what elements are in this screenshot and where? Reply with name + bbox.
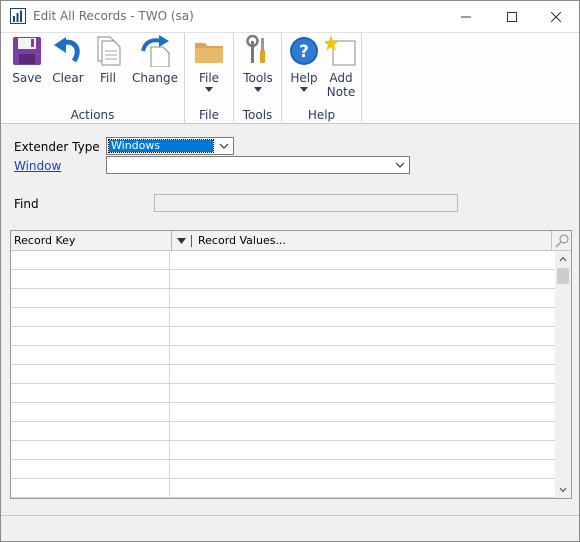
change-button[interactable]: Change	[130, 35, 180, 85]
fill-button[interactable]: Fill	[89, 35, 127, 85]
title-bar: Edit All Records - TWO (sa)	[1, 1, 579, 32]
tools-menu-button[interactable]: Tools	[239, 35, 277, 92]
group-label-tools: Tools	[242, 108, 273, 122]
clear-button[interactable]: Clear	[48, 35, 88, 85]
add-note-label-line2: Note	[326, 85, 356, 99]
column-header-record-key[interactable]: Record Key	[14, 234, 75, 247]
record-key-cell[interactable]	[11, 270, 170, 288]
ribbon-toolbar: Save Clear Fill Change Actions File File…	[1, 32, 579, 124]
column-divider	[171, 231, 172, 251]
ribbon-group-help: ? Help Add Note Help	[282, 33, 362, 124]
edit-all-records-window: Edit All Records - TWO (sa) Save Clear F…	[0, 0, 580, 542]
table-row[interactable]	[11, 460, 555, 479]
table-row[interactable]	[11, 346, 555, 365]
chevron-down-icon	[205, 87, 213, 92]
table-row[interactable]	[11, 251, 555, 270]
table-row[interactable]	[11, 308, 555, 327]
window-link[interactable]: Window	[14, 159, 61, 173]
record-key-cell[interactable]	[11, 422, 170, 440]
maximize-icon	[507, 11, 517, 22]
extender-type-label: Extender Type	[14, 140, 100, 154]
add-note-button[interactable]: Add Note	[322, 35, 360, 99]
record-key-cell[interactable]	[11, 308, 170, 326]
group-label-actions: Actions	[70, 108, 115, 122]
chevron-down-icon	[219, 143, 229, 149]
record-key-cell[interactable]	[11, 479, 170, 497]
ribbon-group-actions: Save Clear Fill Change Actions	[1, 33, 185, 124]
add-note-label-line1: Add	[329, 71, 353, 85]
svg-text:?: ?	[299, 42, 309, 62]
chevron-down-icon	[254, 87, 262, 92]
folder-icon	[195, 43, 223, 63]
magnifier-icon	[555, 234, 569, 248]
fill-label: Fill	[99, 71, 117, 85]
column-header-record-values[interactable]: Record Values...	[198, 234, 286, 247]
record-key-cell[interactable]	[11, 365, 170, 383]
window-value	[109, 159, 113, 171]
extender-type-value: Windows	[108, 139, 214, 153]
grid-rows	[11, 251, 555, 498]
clear-label: Clear	[52, 71, 84, 85]
ribbon-group-tools: Tools Tools	[234, 33, 282, 124]
record-key-cell[interactable]	[11, 441, 170, 459]
grid-header: Record Key Record Values...	[11, 231, 571, 251]
chevron-down-icon	[300, 87, 308, 92]
record-key-cell[interactable]	[11, 289, 170, 307]
vertical-scrollbar[interactable]	[555, 251, 571, 498]
find-input[interactable]	[154, 194, 458, 212]
save-floppy-icon	[13, 37, 41, 65]
record-key-cell[interactable]	[11, 346, 170, 364]
record-key-cell[interactable]	[11, 251, 170, 269]
change-label: Change	[132, 71, 178, 85]
close-icon	[551, 11, 561, 22]
grid-zoom-button[interactable]	[551, 231, 571, 251]
extender-type-dropdown[interactable]: Windows	[106, 137, 234, 155]
status-bar	[1, 515, 579, 541]
group-label-file: File	[198, 108, 220, 122]
help-label: Help	[290, 71, 318, 85]
tools-label: Tools	[243, 71, 273, 85]
record-key-cell[interactable]	[11, 403, 170, 421]
table-row[interactable]	[11, 403, 555, 422]
table-row[interactable]	[11, 479, 555, 498]
change-document-icon	[141, 35, 170, 67]
add-note-icon	[325, 35, 356, 66]
table-row[interactable]	[11, 289, 555, 308]
file-menu-button[interactable]: File	[190, 35, 228, 92]
app-chart-icon	[10, 8, 26, 24]
scroll-up-icon[interactable]	[559, 256, 567, 262]
help-question-icon: ?	[290, 37, 318, 65]
save-button[interactable]: Save	[7, 35, 47, 85]
chevron-down-icon	[395, 162, 405, 168]
scrollbar-thumb[interactable]	[557, 268, 569, 284]
tools-icon	[246, 35, 265, 63]
file-label: File	[198, 71, 220, 85]
record-key-cell[interactable]	[11, 384, 170, 402]
scroll-down-icon[interactable]	[559, 487, 567, 493]
save-label: Save	[12, 71, 42, 85]
ribbon-group-file: File File	[185, 33, 234, 124]
table-row[interactable]	[11, 422, 555, 441]
help-menu-button[interactable]: ? Help	[285, 35, 323, 92]
close-button[interactable]	[533, 1, 579, 32]
window-title: Edit All Records - TWO (sa)	[33, 9, 194, 23]
find-label: Find	[14, 197, 39, 211]
undo-arrow-icon	[54, 37, 80, 63]
window-dropdown[interactable]	[106, 156, 410, 174]
column-divider	[191, 235, 192, 247]
group-label-help: Help	[307, 108, 336, 122]
table-row[interactable]	[11, 384, 555, 403]
table-row[interactable]	[11, 270, 555, 289]
records-grid: Record Key Record Values...	[10, 230, 572, 499]
minimize-button[interactable]	[443, 1, 489, 32]
record-key-cell[interactable]	[11, 460, 170, 478]
documents-icon	[97, 36, 121, 66]
sort-chevron-down-icon[interactable]	[177, 238, 186, 244]
minimize-icon	[461, 16, 471, 17]
record-key-cell[interactable]	[11, 327, 170, 345]
maximize-button[interactable]	[489, 1, 535, 32]
table-row[interactable]	[11, 441, 555, 460]
table-row[interactable]	[11, 327, 555, 346]
table-row[interactable]	[11, 365, 555, 384]
